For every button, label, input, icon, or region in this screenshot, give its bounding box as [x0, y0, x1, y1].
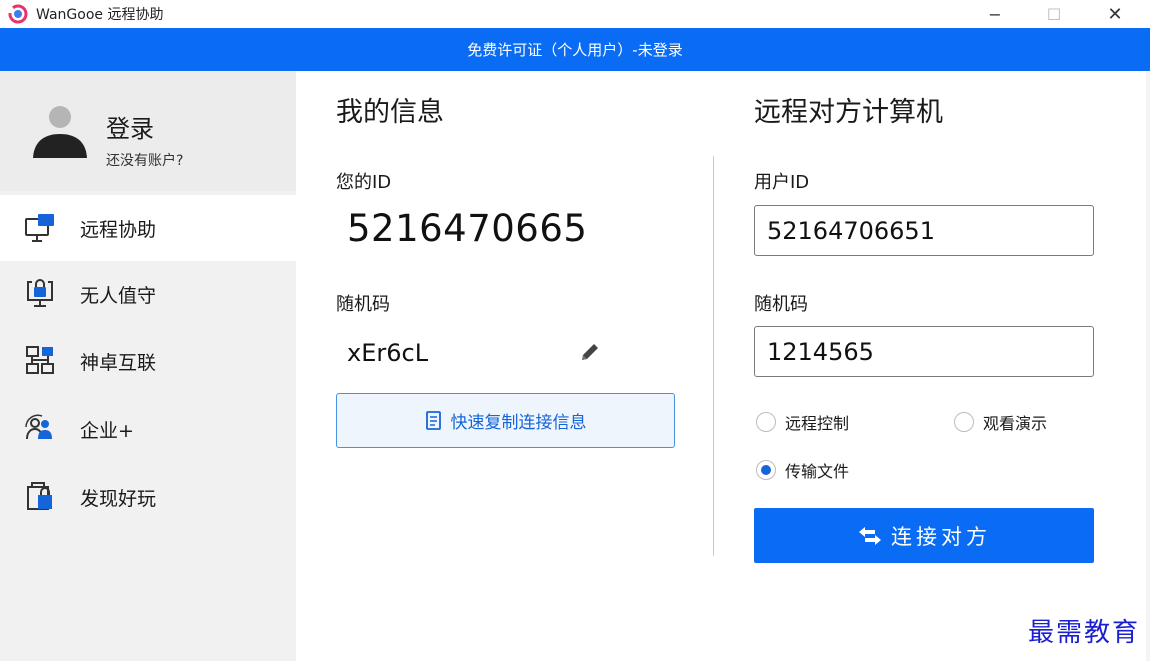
unattended-lock-icon	[27, 279, 53, 307]
sidebar-item-label: 无人值守	[80, 284, 157, 307]
sidebar-item-remote-assist[interactable]: 远程协助	[0, 195, 296, 261]
user-id-input[interactable]	[754, 205, 1094, 256]
connect-button-label: 连接对方	[891, 524, 991, 549]
sidebar-item-label: 神卓互联	[80, 351, 157, 374]
license-banner-text: 免费许可证（个人用户）-未登录	[467, 41, 683, 59]
window-title: WanGooe 远程协助	[36, 7, 164, 23]
sidebar-item-label: 远程协助	[80, 218, 157, 241]
quick-copy-label: 快速复制连接信息	[450, 413, 587, 433]
network-icon	[26, 346, 54, 374]
radio-watch-demo[interactable]: 观看演示	[954, 410, 1047, 434]
minimize-button[interactable]: −	[972, 0, 1018, 28]
wangooe-logo-icon	[8, 4, 28, 24]
remote-code-input[interactable]	[754, 326, 1094, 377]
radio-transfer-file[interactable]: 传输文件	[756, 458, 849, 482]
radio-circle	[756, 412, 776, 432]
profile-panel[interactable]: 登录 还没有账户?	[0, 71, 296, 191]
radio-label: 远程控制	[785, 414, 850, 433]
sidebar: 登录 还没有账户? 远程协助 无人值守 神卓互联 企业+ 发现好玩	[0, 71, 296, 661]
license-banner[interactable]: 免费许可证（个人用户）-未登录	[0, 28, 1150, 71]
shopping-bag-icon	[27, 482, 52, 510]
title-bar: WanGooe 远程协助 − ☐ ✕	[0, 0, 1150, 28]
radio-label: 传输文件	[785, 462, 850, 481]
remote-code-label: 随机码	[754, 294, 808, 315]
swap-arrows-icon	[859, 526, 881, 545]
close-button[interactable]: ✕	[1092, 0, 1138, 28]
document-icon	[425, 410, 441, 430]
remote-computer-title: 远程对方计算机	[754, 97, 943, 128]
avatar-icon	[33, 106, 87, 158]
sidebar-item-shenzhuo[interactable]: 神卓互联	[0, 328, 296, 394]
my-info-title: 我的信息	[336, 97, 444, 128]
radio-circle	[954, 412, 974, 432]
sidebar-item-label: 企业+	[80, 419, 134, 442]
your-id-label: 您的ID	[336, 172, 392, 193]
enterprise-users-icon	[25, 414, 52, 440]
watermark-text: 最需教育	[1028, 618, 1141, 648]
your-id-value: 5216470665	[347, 207, 588, 250]
radio-remote-control[interactable]: 远程控制	[756, 410, 849, 434]
sidebar-item-unattended[interactable]: 无人值守	[0, 261, 296, 327]
sidebar-item-enterprise[interactable]: 企业+	[0, 396, 296, 462]
remote-desktop-icon	[25, 214, 54, 242]
panel-divider	[713, 156, 714, 556]
pencil-edit-icon[interactable]	[578, 340, 602, 364]
random-code-label: 随机码	[336, 294, 390, 315]
register-link[interactable]: 还没有账户?	[106, 150, 183, 170]
connect-button[interactable]: 连接对方	[754, 508, 1094, 563]
user-id-label: 用户ID	[754, 172, 810, 193]
radio-label: 观看演示	[983, 414, 1048, 433]
random-code-value: xEr6cL	[347, 339, 429, 367]
sidebar-item-label: 发现好玩	[80, 487, 157, 510]
quick-copy-button[interactable]: 快速复制连接信息	[336, 393, 675, 448]
app-window: WanGooe 远程协助 − ☐ ✕ 免费许可证（个人用户）-未登录 登录 还没…	[0, 0, 1150, 661]
window-right-edge	[1146, 71, 1150, 661]
radio-circle	[756, 460, 776, 480]
login-link[interactable]: 登录	[106, 109, 154, 144]
maximize-button[interactable]: ☐	[1031, 0, 1077, 28]
sidebar-item-discover[interactable]: 发现好玩	[0, 464, 296, 530]
